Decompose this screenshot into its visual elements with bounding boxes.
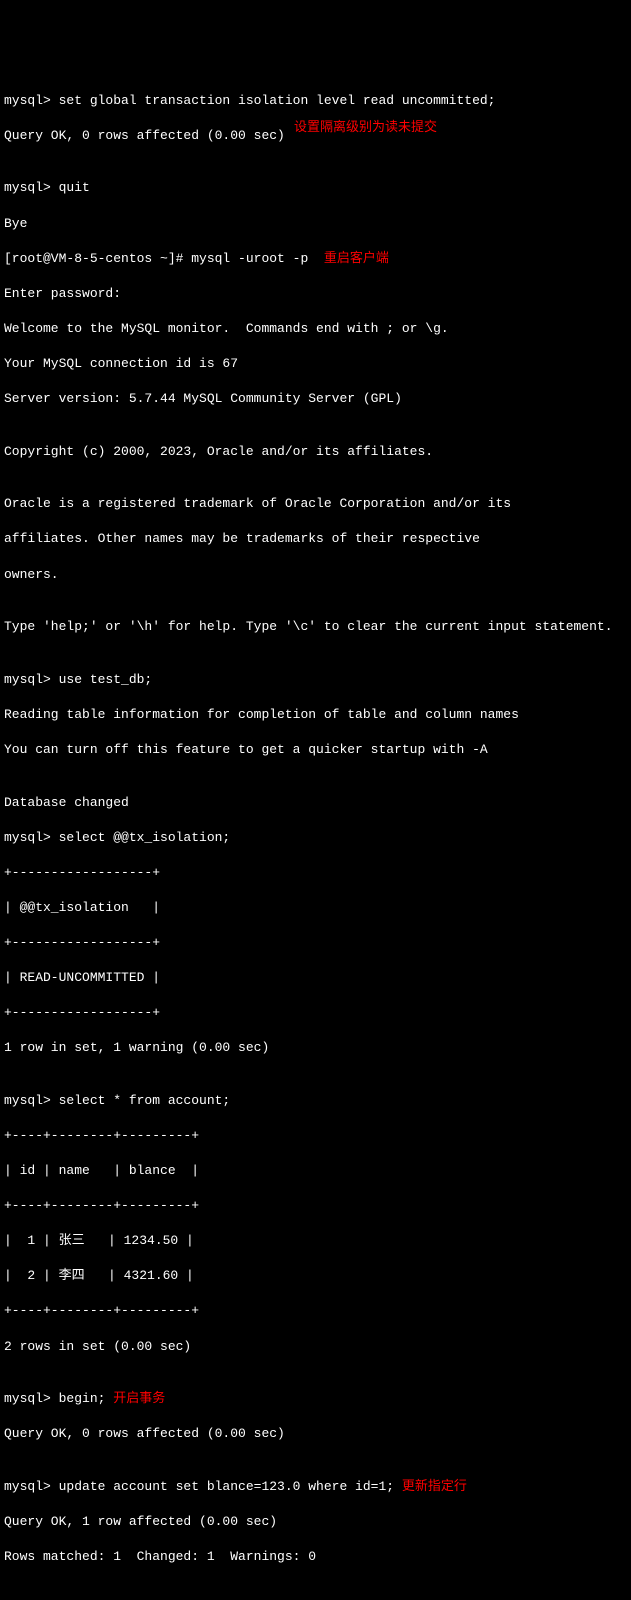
output-line: Query OK, 1 row affected (0.00 sec) xyxy=(4,1513,627,1531)
sql-command: select @@tx_isolation; xyxy=(59,830,231,845)
table-row: | 1 | 张三 | 1234.50 | xyxy=(4,1232,627,1250)
output-line: Copyright (c) 2000, 2023, Oracle and/or … xyxy=(4,443,627,461)
mysql-prompt: mysql> xyxy=(4,93,59,108)
output-line: Oracle is a registered trademark of Orac… xyxy=(4,495,627,513)
output-line: Server version: 5.7.44 MySQL Community S… xyxy=(4,390,627,408)
mysql-prompt: mysql> xyxy=(4,1479,59,1494)
table-border: +------------------+ xyxy=(4,864,627,882)
cmd-line: mysql> begin; 开启事务 xyxy=(4,1390,627,1408)
table-row: | 2 | 李四 | 4321.60 | xyxy=(4,1267,627,1285)
annotation-text: 更新指定行 xyxy=(394,1479,467,1494)
sql-command: select * from account; xyxy=(59,1093,231,1108)
output-line: 2 rows in set (0.00 sec) xyxy=(4,1338,627,1356)
output-line: Welcome to the MySQL monitor. Commands e… xyxy=(4,320,627,338)
table-border: +----+--------+---------+ xyxy=(4,1127,627,1145)
sql-command: quit xyxy=(59,180,90,195)
mysql-prompt: mysql> xyxy=(4,1391,59,1406)
output-line: 1 row in set, 1 warning (0.00 sec) xyxy=(4,1039,627,1057)
sql-command: set global transaction isolation level r… xyxy=(59,93,496,108)
sql-command: use test_db; xyxy=(59,672,153,687)
table-header: | id | name | blance | xyxy=(4,1162,627,1180)
annotation-text: 设置隔离级别为读未提交 xyxy=(294,119,437,137)
output-line: Rows matched: 1 Changed: 1 Warnings: 0 xyxy=(4,1548,627,1566)
cmd-line: mysql> update account set blance=123.0 w… xyxy=(4,1478,627,1496)
output-line: Bye xyxy=(4,215,627,233)
cmd-line: mysql> select * from account; xyxy=(4,1092,627,1110)
terminal-output: mysql> set global transaction isolation … xyxy=(4,74,627,1600)
table-border: +----+--------+---------+ xyxy=(4,1197,627,1215)
mysql-prompt: mysql> xyxy=(4,672,59,687)
output-line: Query OK, 0 rows affected (0.00 sec) xyxy=(4,1425,627,1443)
mysql-prompt: mysql> xyxy=(4,1093,59,1108)
output-line: You can turn off this feature to get a q… xyxy=(4,741,627,759)
output-line: Query OK, 0 rows affected (0.00 sec)设置隔离… xyxy=(4,127,627,145)
output-line: Type 'help;' or '\h' for help. Type '\c'… xyxy=(4,618,627,636)
output-line: Your MySQL connection id is 67 xyxy=(4,355,627,373)
output-line: Database changed xyxy=(4,794,627,812)
annotation-text: 开启事务 xyxy=(105,1391,165,1406)
cmd-line: mysql> use test_db; xyxy=(4,671,627,689)
sql-command: begin; xyxy=(59,1391,106,1406)
cmd-line: mysql> set global transaction isolation … xyxy=(4,92,627,110)
sql-command: update account set blance=123.0 where id… xyxy=(59,1479,394,1494)
output-line: affiliates. Other names may be trademark… xyxy=(4,530,627,548)
annotation-text: 重启客户端 xyxy=(308,251,389,266)
output-line: owners. xyxy=(4,566,627,584)
shell-prompt-cmd: [root@VM-8-5-centos ~]# mysql -uroot -p xyxy=(4,251,308,266)
cmd-line: mysql> select @@tx_isolation; xyxy=(4,829,627,847)
output-line: Enter password: xyxy=(4,285,627,303)
mysql-prompt: mysql> xyxy=(4,180,59,195)
mysql-prompt: mysql> xyxy=(4,830,59,845)
table-header: | @@tx_isolation | xyxy=(4,899,627,917)
cmd-line: mysql> quit xyxy=(4,179,627,197)
table-border: +----+--------+---------+ xyxy=(4,1302,627,1320)
table-border: +------------------+ xyxy=(4,934,627,952)
output-line: Reading table information for completion… xyxy=(4,706,627,724)
table-row: | READ-UNCOMMITTED | xyxy=(4,969,627,987)
table-border: +------------------+ xyxy=(4,1004,627,1022)
shell-line: [root@VM-8-5-centos ~]# mysql -uroot -p … xyxy=(4,250,627,268)
